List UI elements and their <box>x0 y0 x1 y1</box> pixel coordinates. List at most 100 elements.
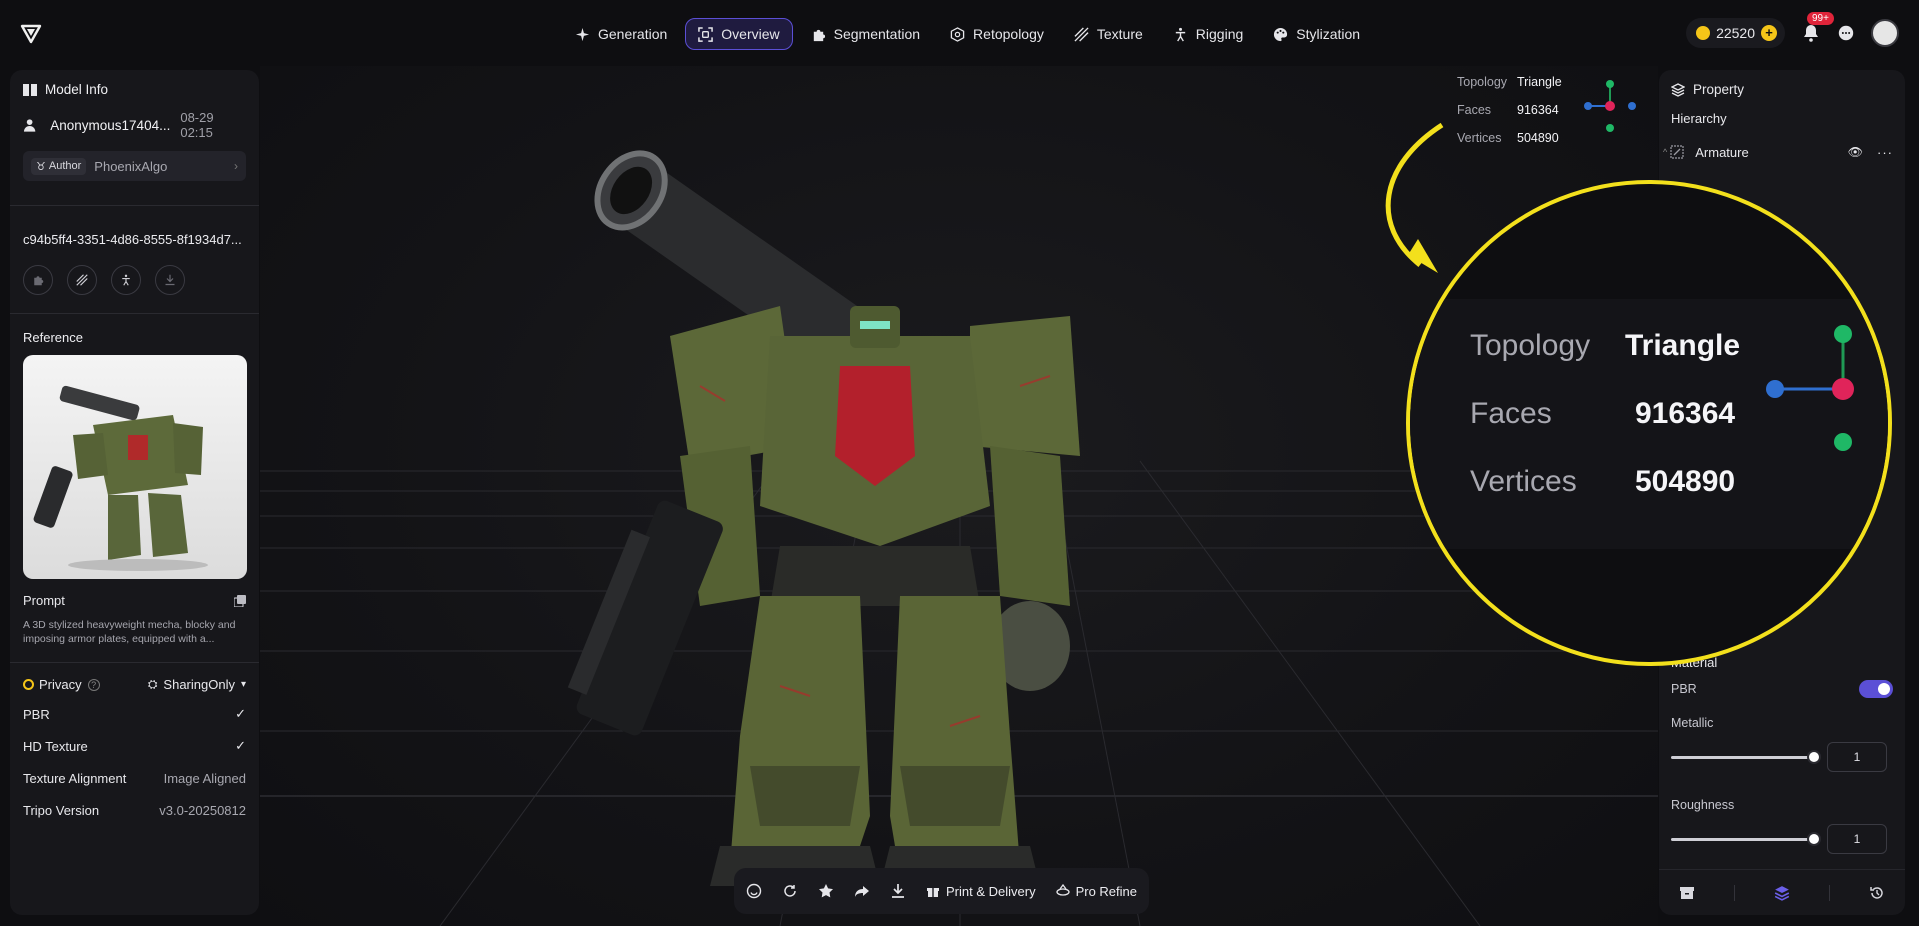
topology-key: Topology <box>1457 75 1508 89</box>
pbr-toggle[interactable] <box>1859 680 1893 698</box>
zoom-axis-gizmo-icon <box>1766 325 1854 451</box>
refresh-icon[interactable] <box>782 883 798 899</box>
tab-segmentation[interactable]: Segmentation <box>799 18 932 50</box>
tab-overview[interactable]: Overview <box>685 18 793 50</box>
texture-action-button[interactable] <box>67 265 97 295</box>
rig-action-button[interactable] <box>111 265 141 295</box>
prompt-text: A 3D stylized heavyweight mecha, blocky … <box>23 619 236 645</box>
logo-icon[interactable] <box>20 23 42 45</box>
chevron-right-icon: › <box>234 159 238 173</box>
property-key: Tripo Version <box>23 802 100 818</box>
more-icon[interactable]: ··· <box>1877 145 1893 160</box>
axis-gizmo-icon[interactable] <box>1580 76 1640 136</box>
copy-icon[interactable] <box>234 594 246 607</box>
notifications-button[interactable]: 99+ <box>1801 12 1834 43</box>
main-nav: Generation Overview Segmentation Retopol… <box>563 18 1372 50</box>
help-icon[interactable]: ? <box>87 678 100 691</box>
roughness-slider[interactable] <box>1671 831 1821 846</box>
metallic-slider-handle[interactable] <box>1807 749 1821 764</box>
tab-rigging[interactable]: Rigging <box>1161 18 1255 50</box>
pro-refine-button[interactable]: Pro Refine <box>1055 884 1137 899</box>
star-icon[interactable] <box>818 883 834 899</box>
tab-label: Overview <box>721 26 780 42</box>
panel-title: Property <box>1693 82 1745 97</box>
mecha-model <box>567 150 1080 886</box>
roughness-slider-handle[interactable] <box>1807 831 1821 846</box>
download-icon <box>165 274 175 286</box>
tab-generation[interactable]: Generation <box>563 18 679 50</box>
panel-title: Model Info <box>45 82 109 97</box>
faces-key: Faces <box>1457 103 1492 117</box>
author-row[interactable]: ♉︎ Author PhoenixAlgo › <box>23 151 246 181</box>
share-icon[interactable] <box>854 883 870 899</box>
archive-icon[interactable] <box>1679 885 1695 901</box>
add-credits-icon[interactable]: + <box>1761 25 1777 41</box>
panel-header: Property <box>1671 82 1893 97</box>
vertices-key: Vertices <box>1457 131 1502 145</box>
tab-label: Stylization <box>1296 26 1361 42</box>
book-icon <box>23 83 37 96</box>
user-avatar[interactable] <box>1871 19 1899 47</box>
author-name: PhoenixAlgo <box>94 158 168 174</box>
chevron-up-icon[interactable]: ^ <box>1663 147 1667 157</box>
print-delivery-button[interactable]: Print & Delivery <box>926 884 1036 899</box>
user-icon <box>23 119 36 132</box>
armature-label: Armature <box>1695 144 1749 160</box>
model-properties: PBR ✓ HD Texture ✓ Texture Alignment Ima… <box>23 698 246 826</box>
roughness-label: Roughness <box>1671 798 1735 812</box>
top-bar: Generation Overview Segmentation Retopol… <box>0 0 1919 66</box>
reference-image[interactable] <box>23 355 247 579</box>
history-icon[interactable] <box>1869 885 1885 901</box>
tab-stylization[interactable]: Stylization <box>1261 18 1372 50</box>
segment-action-button[interactable] <box>23 265 53 295</box>
faces-row: Faces 916364 <box>1457 96 1562 124</box>
stripes-icon <box>1074 26 1089 42</box>
credits-value: 22520 <box>1716 25 1755 41</box>
armature-icon <box>1670 145 1684 159</box>
zoom-faces-row: Faces 916364 <box>1470 397 1735 431</box>
roughness-input[interactable]: 1 <box>1827 824 1887 854</box>
pbr-row: PBR <box>1671 680 1893 698</box>
property-key: PBR <box>23 706 50 722</box>
coin-icon <box>1696 26 1711 40</box>
figure-icon <box>122 274 130 286</box>
property-value: Image Aligned <box>163 770 246 786</box>
zoom-faces-value: 916364 <box>1635 397 1736 430</box>
model-uuid[interactable]: c94b5ff4-3351-4d86-8555-8f1934d7... <box>23 232 246 247</box>
metallic-slider[interactable] <box>1671 749 1821 764</box>
privacy-select[interactable]: ⛭ SharingOnly ▾ <box>148 677 246 692</box>
credits-pill[interactable]: 22520 + <box>1686 18 1785 48</box>
divider <box>10 313 259 314</box>
prompt-header: Prompt <box>23 593 246 608</box>
created-date: 08-29 02:15 <box>180 110 214 140</box>
author-tag-label: Author <box>48 160 82 172</box>
bell-icon <box>1804 25 1818 42</box>
model-info-panel: Model Info Anonymous17404... 08-29 02:15… <box>10 70 259 915</box>
smile-icon[interactable] <box>746 883 762 899</box>
tab-texture[interactable]: Texture <box>1062 18 1155 50</box>
privacy-label: Privacy <box>39 677 82 692</box>
armature-row[interactable]: ^ Armature 👁︎ ··· <box>1663 144 1893 160</box>
chat-icon[interactable] <box>1837 24 1855 42</box>
bottom-toolbar: Print & Delivery Pro Refine <box>734 868 1149 914</box>
top-right-controls: 22520 + 99+ <box>1686 12 1899 48</box>
property-row: Texture Alignment Image Aligned <box>23 762 246 794</box>
privacy-value: SharingOnly <box>163 677 235 692</box>
zoom-callout: Topology Triangle Faces 916364 Vertices … <box>1406 180 1892 666</box>
user-row[interactable]: Anonymous17404... 08-29 02:15 <box>23 110 246 140</box>
metallic-input[interactable]: 1 <box>1827 742 1887 772</box>
privacy-icon <box>23 679 34 690</box>
material-section: Material PBR Metallic 1 Roughness 1 <box>1671 655 1893 854</box>
export-action-button[interactable] <box>155 265 185 295</box>
tab-retopology[interactable]: Retopology <box>938 18 1056 50</box>
puzzle-icon <box>813 29 825 41</box>
tab-label: Retopology <box>973 26 1044 42</box>
figure-icon <box>1175 27 1185 41</box>
metallic-label: Metallic <box>1671 716 1714 730</box>
eye-icon[interactable]: 👁︎ <box>1848 145 1863 159</box>
check-icon: ✓ <box>235 738 246 753</box>
zoom-vertices-key: Vertices <box>1470 465 1577 498</box>
download-icon[interactable] <box>890 883 906 899</box>
gift-icon <box>927 888 939 897</box>
layers-icon[interactable] <box>1774 885 1790 901</box>
